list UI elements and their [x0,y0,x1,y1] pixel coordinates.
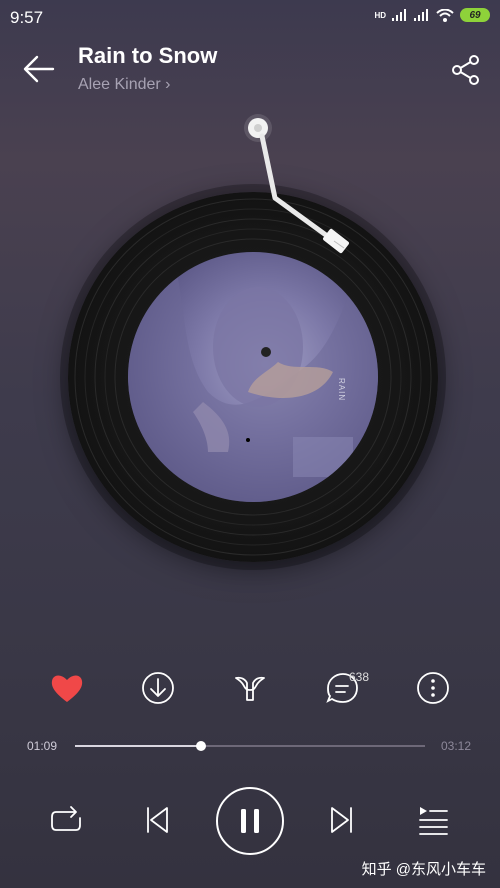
download-button[interactable] [138,668,178,708]
repeat-button[interactable] [46,800,86,840]
previous-icon [147,807,168,833]
watermark: 知乎 @东风小车车 [361,861,486,878]
previous-button[interactable] [137,800,177,840]
tonearm [244,114,349,254]
signal-icon [392,9,406,21]
back-button[interactable] [22,54,56,84]
signal-icon [414,9,428,21]
network-type-label: HD [374,10,386,20]
next-button[interactable] [322,800,362,840]
chevron-right-icon: › [165,76,171,93]
more-button[interactable] [413,668,453,708]
progress-fill [75,745,201,747]
status-time: 9:57 [10,8,44,27]
battery-icon: 69 [460,8,490,22]
album-art-image [128,252,378,502]
artist-name: Alee Kinder [78,76,161,93]
song-title: Rain to Snow [78,43,218,68]
more-icon [417,672,449,704]
sound-effect-button[interactable] [230,668,270,708]
total-time: 03:12 [441,739,472,753]
album-cover [128,252,378,502]
sound-effect-icon [235,676,265,701]
playlist-button[interactable] [412,800,452,840]
share-button[interactable] [450,54,482,86]
pause-icon [216,787,284,855]
progress-handle[interactable] [196,741,206,751]
share-icon [452,55,479,85]
repeat-icon [51,806,81,831]
download-icon [142,672,174,704]
next-icon [331,807,352,833]
comment-count: 638 [349,670,370,684]
playlist-icon [419,807,448,835]
arrow-left-icon [23,55,55,83]
status-bar: 9:57 HD 69 [0,0,500,32]
like-button[interactable] [47,668,87,708]
play-pause-button[interactable] [215,786,285,856]
artist-link[interactable]: Alee Kinder › [78,76,171,94]
cover-text: RAIN [337,378,346,402]
elapsed-time: 01:09 [27,739,58,753]
wifi-icon [436,8,454,22]
status-icons: HD 69 [374,8,490,22]
battery-level: 69 [469,9,481,21]
heart-icon [51,675,83,702]
